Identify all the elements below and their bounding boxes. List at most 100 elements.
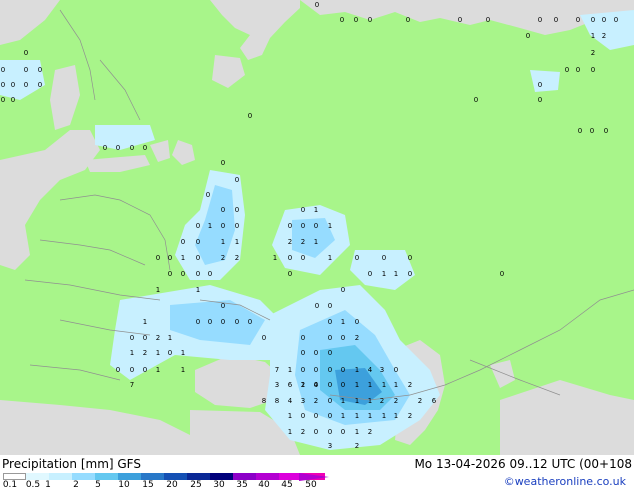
precip-value: 0 (614, 16, 618, 24)
precip-value: 1 (181, 366, 185, 374)
precip-value: 2 (394, 397, 398, 405)
precip-value: 0 (314, 366, 318, 374)
precip-value: 0 (181, 270, 185, 278)
precip-value: 0 (591, 66, 595, 74)
precip-value: 0 (24, 81, 28, 89)
precip-value: 1 (235, 238, 239, 246)
precip-value: 0 (1, 96, 5, 104)
precip-value: 1 (288, 412, 292, 420)
precip-value: 0 (248, 112, 252, 120)
precip-value: 0 (168, 349, 172, 357)
precip-value: 8 (275, 397, 279, 405)
precip-value: 1 (382, 270, 386, 278)
precip-value: 0 (196, 318, 200, 326)
precip-value: 2 (591, 49, 595, 57)
scale-label: 1 (45, 480, 51, 490)
precip-value: 0 (38, 66, 42, 74)
precip-value: 0 (355, 254, 359, 262)
precip-value: 0 (602, 16, 606, 24)
color-scale (3, 473, 325, 480)
scale-label: 30 (213, 480, 225, 490)
precip-value: 0 (406, 16, 410, 24)
precip-value: 0 (301, 206, 305, 214)
precip-value: 0 (301, 349, 305, 357)
precip-value: 0 (168, 270, 172, 278)
aral-sea (490, 360, 515, 388)
precip-value: 1 (341, 412, 345, 420)
precip-value: 0 (181, 238, 185, 246)
scale-swatch (141, 473, 164, 480)
precip-value: 2 (408, 381, 412, 389)
precip-value: 0 (143, 144, 147, 152)
precip-value: 1 (355, 428, 359, 436)
precip-value: 2 (368, 428, 372, 436)
scale-swatch (72, 473, 95, 480)
scale-swatch (95, 473, 118, 480)
precip-value: 7 (130, 381, 134, 389)
precip-value: 4 (368, 366, 373, 374)
precip-value: 0 (168, 254, 172, 262)
precip-value: 0 (314, 412, 318, 420)
precip-value: 1 (394, 270, 398, 278)
gulf-of-bothnia (50, 65, 80, 130)
precip-value: 0 (394, 366, 398, 374)
precip-value: 0 (156, 254, 160, 262)
legend-title: Precipitation [mm] GFS (2, 457, 141, 471)
precip-value: 2 (156, 334, 160, 342)
legend: Precipitation [mm] GFS Mo 13-04-2026 09.… (0, 455, 634, 490)
region-se (500, 380, 634, 455)
precip-value: 0 (288, 270, 292, 278)
precip-value: 0 (458, 16, 462, 24)
precip-value: 0 (196, 222, 200, 230)
scale-label: 15 (142, 480, 154, 490)
precip-value: 1 (196, 286, 200, 294)
precip-value: 0 (328, 349, 332, 357)
white-sea-bay (212, 55, 245, 88)
precip-north (530, 70, 560, 92)
precip-value: 0 (38, 81, 42, 89)
precip-value: 2 (143, 349, 147, 357)
white-sea (210, 0, 300, 60)
precip-value: 0 (328, 428, 332, 436)
precip-value: 2 (602, 32, 606, 40)
precip-value: 4 (288, 397, 293, 405)
precip-value: 0 (314, 381, 318, 389)
precip-value: 2 (235, 254, 239, 262)
precip-ne (580, 10, 634, 50)
precip-value: 1 (368, 381, 372, 389)
precip-value: 0 (526, 32, 530, 40)
precip-value: 0 (328, 318, 332, 326)
precip-value: 6 (288, 381, 293, 389)
gulf-of-finland (85, 155, 150, 172)
precip-value: 1 (355, 366, 359, 374)
scale-swatch (26, 473, 49, 480)
precip-value: 0 (576, 16, 580, 24)
precip-value: 0 (235, 176, 239, 184)
scale-label: 50 (305, 480, 317, 490)
precip-value: 1 (328, 222, 332, 230)
precip-value: 1 (130, 349, 134, 357)
precip-value: 0 (368, 16, 372, 24)
precip-value: 0 (565, 66, 569, 74)
precip-value: 0 (314, 222, 318, 230)
precip-value: 0 (382, 254, 386, 262)
precip-value: 7 (275, 366, 279, 374)
credit-link[interactable]: ©weatheronline.co.uk (504, 475, 626, 488)
precip-value: 0 (1, 81, 5, 89)
scale-swatch (256, 473, 279, 480)
scale-label: 10 (118, 480, 130, 490)
scale-swatch (3, 473, 26, 480)
precip-value: 0 (288, 254, 292, 262)
precip-value: 1 (355, 412, 359, 420)
precip-value: 1 (273, 254, 277, 262)
precip-value: 2 (380, 397, 384, 405)
precip-value: 1 (382, 381, 386, 389)
scale-label: 0.5 (25, 480, 41, 490)
precip-value: 0 (196, 254, 200, 262)
scale-label: 25 (190, 480, 202, 490)
precip-value: 0 (235, 206, 239, 214)
precip-value: 0 (578, 127, 582, 135)
precip-value: 0 (262, 334, 266, 342)
precip-value: 0 (340, 16, 344, 24)
precip-value: 0 (315, 1, 319, 9)
